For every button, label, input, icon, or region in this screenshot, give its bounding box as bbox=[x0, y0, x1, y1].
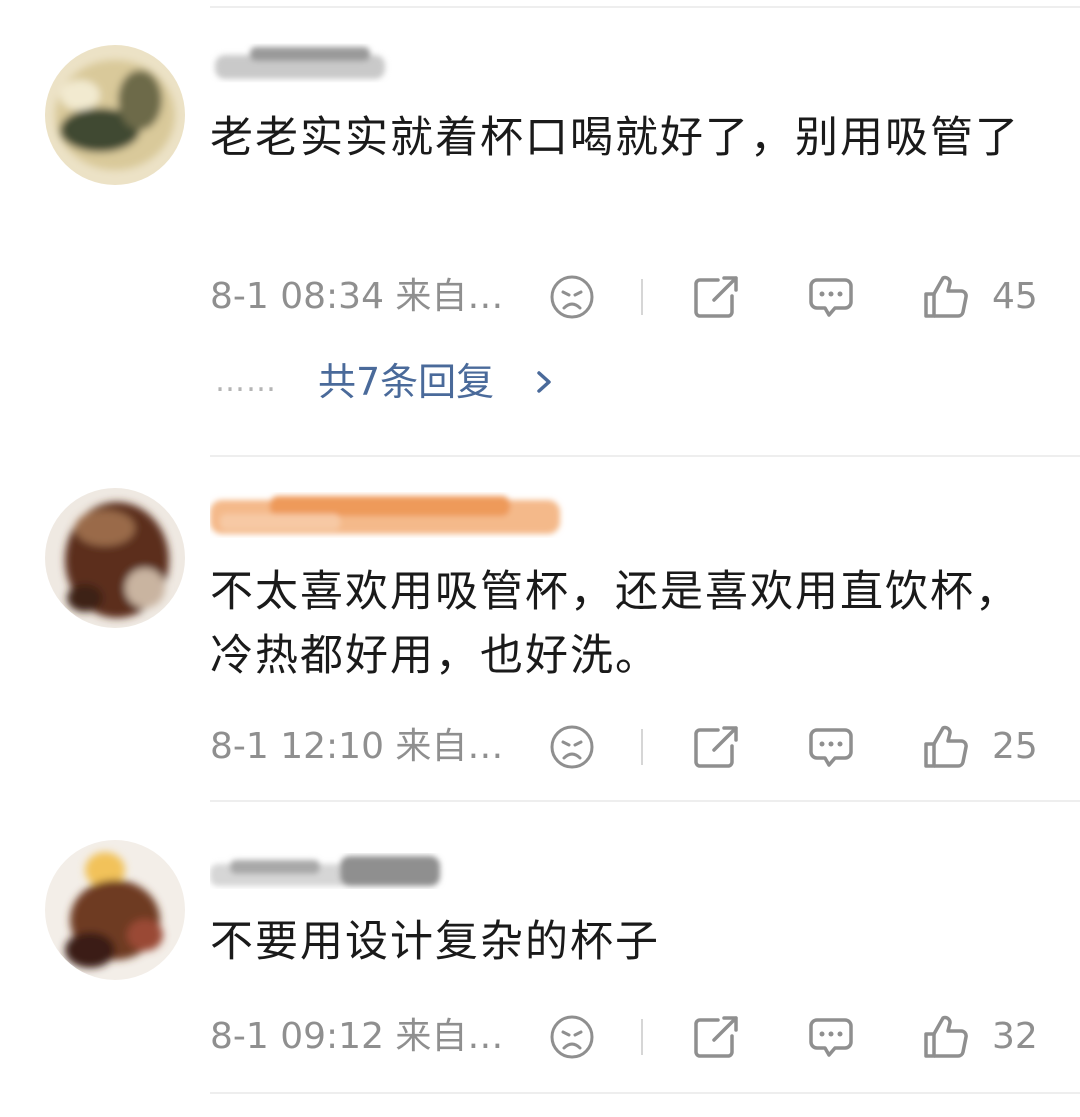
avatar[interactable] bbox=[45, 45, 185, 185]
separator bbox=[641, 279, 643, 315]
like-count: 25 bbox=[992, 726, 1038, 767]
comment-item: 不要用设计复杂的杯子 8-1 09:12 来自… 32 bbox=[0, 802, 1080, 1092]
comment-text: 不太喜欢用吸管杯，还是喜欢用直饮杯，冷热都好用，也好洗。 bbox=[210, 567, 1020, 681]
comment-icon[interactable] bbox=[806, 717, 856, 777]
comment-item: 不太喜欢用吸管杯，还是喜欢用直饮杯，冷热都好用，也好洗。 8-1 12:10 来… bbox=[0, 456, 1080, 800]
thumbs-up-icon[interactable] bbox=[920, 1007, 972, 1067]
chevron-right-icon[interactable] bbox=[532, 352, 556, 412]
comment-text: 老老实实就着杯口喝就好了，别用吸管了 bbox=[210, 113, 1020, 163]
view-replies-link[interactable]: 共7条回复 bbox=[318, 352, 494, 412]
comment-time-source: 8-1 09:12 来自… bbox=[210, 1016, 504, 1057]
sad-face-icon[interactable] bbox=[548, 717, 596, 777]
like-count: 32 bbox=[992, 1016, 1038, 1057]
avatar[interactable] bbox=[45, 840, 185, 980]
separator bbox=[641, 1019, 643, 1055]
thumbs-up-icon[interactable] bbox=[920, 717, 972, 777]
separator bbox=[641, 729, 643, 765]
username[interactable] bbox=[210, 840, 450, 900]
thumbs-up-icon[interactable] bbox=[920, 267, 972, 327]
username[interactable] bbox=[210, 484, 570, 544]
replies-dots: …… bbox=[215, 364, 277, 399]
comment-divider bbox=[210, 1092, 1080, 1094]
comment-time-source: 8-1 12:10 来自… bbox=[210, 726, 504, 767]
sad-face-icon[interactable] bbox=[548, 1007, 596, 1067]
comment-meta: 8-1 08:34 来自… 45 bbox=[0, 267, 1080, 327]
comment-meta: 8-1 12:10 来自… 25 bbox=[0, 717, 1080, 777]
replies-row[interactable]: …… 共7条回复 bbox=[0, 352, 1080, 412]
comment-icon[interactable] bbox=[806, 267, 856, 327]
comment-icon[interactable] bbox=[806, 1007, 856, 1067]
avatar[interactable] bbox=[45, 488, 185, 628]
share-icon[interactable] bbox=[690, 267, 742, 327]
comment-meta: 8-1 09:12 来自… 32 bbox=[0, 1007, 1080, 1067]
username[interactable] bbox=[210, 35, 400, 95]
comment-text: 不要用设计复杂的杯子 bbox=[210, 917, 660, 967]
like-count: 45 bbox=[992, 276, 1038, 317]
sad-face-icon[interactable] bbox=[548, 267, 596, 327]
comment-item: 老老实实就着杯口喝就好了，别用吸管了 8-1 08:34 来自… 45 …… 共… bbox=[0, 0, 1080, 456]
share-icon[interactable] bbox=[690, 717, 742, 777]
share-icon[interactable] bbox=[690, 1007, 742, 1067]
comment-time-source: 8-1 08:34 来自… bbox=[210, 276, 504, 317]
